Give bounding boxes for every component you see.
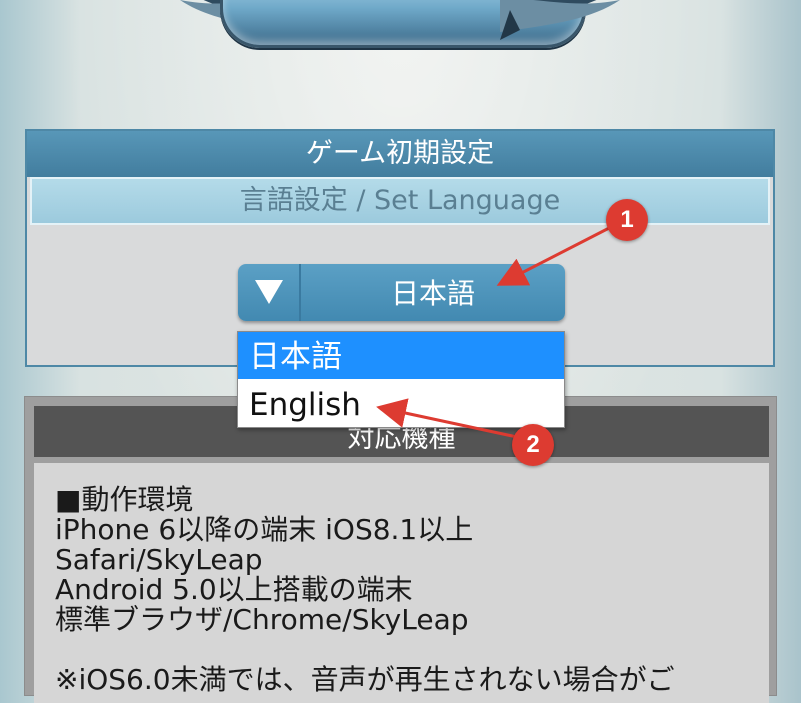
settings-header: ゲーム初期設定 (27, 131, 773, 177)
devices-body: ■動作環境 iPhone 6以降の端末 iOS8.1以上 Safari/SkyL… (34, 463, 769, 703)
annotation-badge-1: 1 (606, 199, 648, 241)
select-current-value: 日本語 (390, 277, 475, 310)
annotation-badge-2: 2 (512, 424, 554, 466)
requirements-line: Android 5.0以上搭載の端末 (55, 573, 413, 606)
language-subheader: 言語設定 / Set Language (30, 177, 770, 225)
supported-devices-panel: 対応機種 ■動作環境 iPhone 6以降の端末 iOS8.1以上 Safari… (24, 396, 777, 703)
select-arrow-button[interactable] (238, 264, 301, 321)
dropdown-option-english[interactable]: English (238, 380, 564, 427)
requirements-note: ※iOS6.0未満では、音声が再生されない場合がご (55, 663, 675, 696)
line-spacer (55, 635, 769, 665)
game-logo (150, 0, 650, 78)
requirements-line: 標準ブラウザ/Chrome/SkyLeap (55, 603, 469, 636)
logo-ornament-right-icon (500, 0, 620, 40)
triangle-down-icon (255, 280, 283, 304)
requirements-line: Safari/SkyLeap (55, 543, 263, 576)
requirements-line: iPhone 6以降の端末 iOS8.1以上 (55, 513, 474, 546)
language-dropdown-list: 日本語 English (237, 331, 565, 428)
dropdown-option-japanese[interactable]: 日本語 (238, 332, 564, 379)
language-select[interactable]: 日本語 (238, 264, 565, 321)
requirements-line: ■動作環境 (55, 483, 194, 516)
